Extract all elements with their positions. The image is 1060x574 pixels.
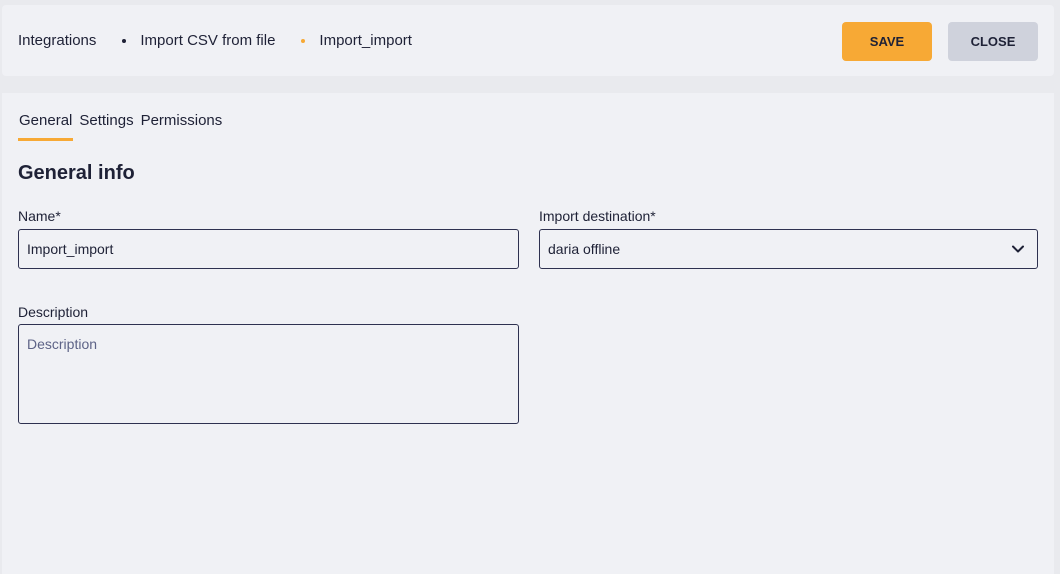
chevron-down-icon[interactable] <box>1011 242 1025 256</box>
breadcrumb-item-import-csv[interactable]: Import CSV from file <box>140 32 275 49</box>
breadcrumb: Integrations Import CSV from file Import… <box>18 5 412 76</box>
import-destination-select[interactable]: daria offline <box>539 229 1038 269</box>
main-panel: General Settings Permissions General inf… <box>2 93 1054 574</box>
import-destination-value: daria offline <box>548 241 621 257</box>
breadcrumb-separator-dot <box>122 38 127 43</box>
name-label: Name* <box>18 208 61 224</box>
description-placeholder: Description <box>27 336 98 352</box>
description-field[interactable]: Description <box>18 324 519 424</box>
section-title: General info <box>18 162 135 184</box>
tab-bar: General Settings Permissions <box>18 112 228 141</box>
save-button[interactable]: SAVE <box>842 22 932 61</box>
tab-settings[interactable]: Settings <box>78 112 134 141</box>
name-input[interactable]: Import_import <box>18 229 519 269</box>
description-label: Description <box>18 304 89 320</box>
tab-permissions[interactable]: Permissions <box>140 112 224 141</box>
breadcrumb-item-integrations[interactable]: Integrations <box>18 32 96 49</box>
import-destination-label: Import destination* <box>539 208 656 224</box>
tab-general[interactable]: General <box>18 112 74 141</box>
breadcrumb-item-current: Import_import <box>319 32 412 49</box>
close-button[interactable]: CLOSE <box>948 22 1038 61</box>
name-input-value: Import_import <box>27 241 114 257</box>
breadcrumb-separator-dot-active <box>301 38 306 43</box>
top-bar: Integrations Import CSV from file Import… <box>2 5 1054 76</box>
